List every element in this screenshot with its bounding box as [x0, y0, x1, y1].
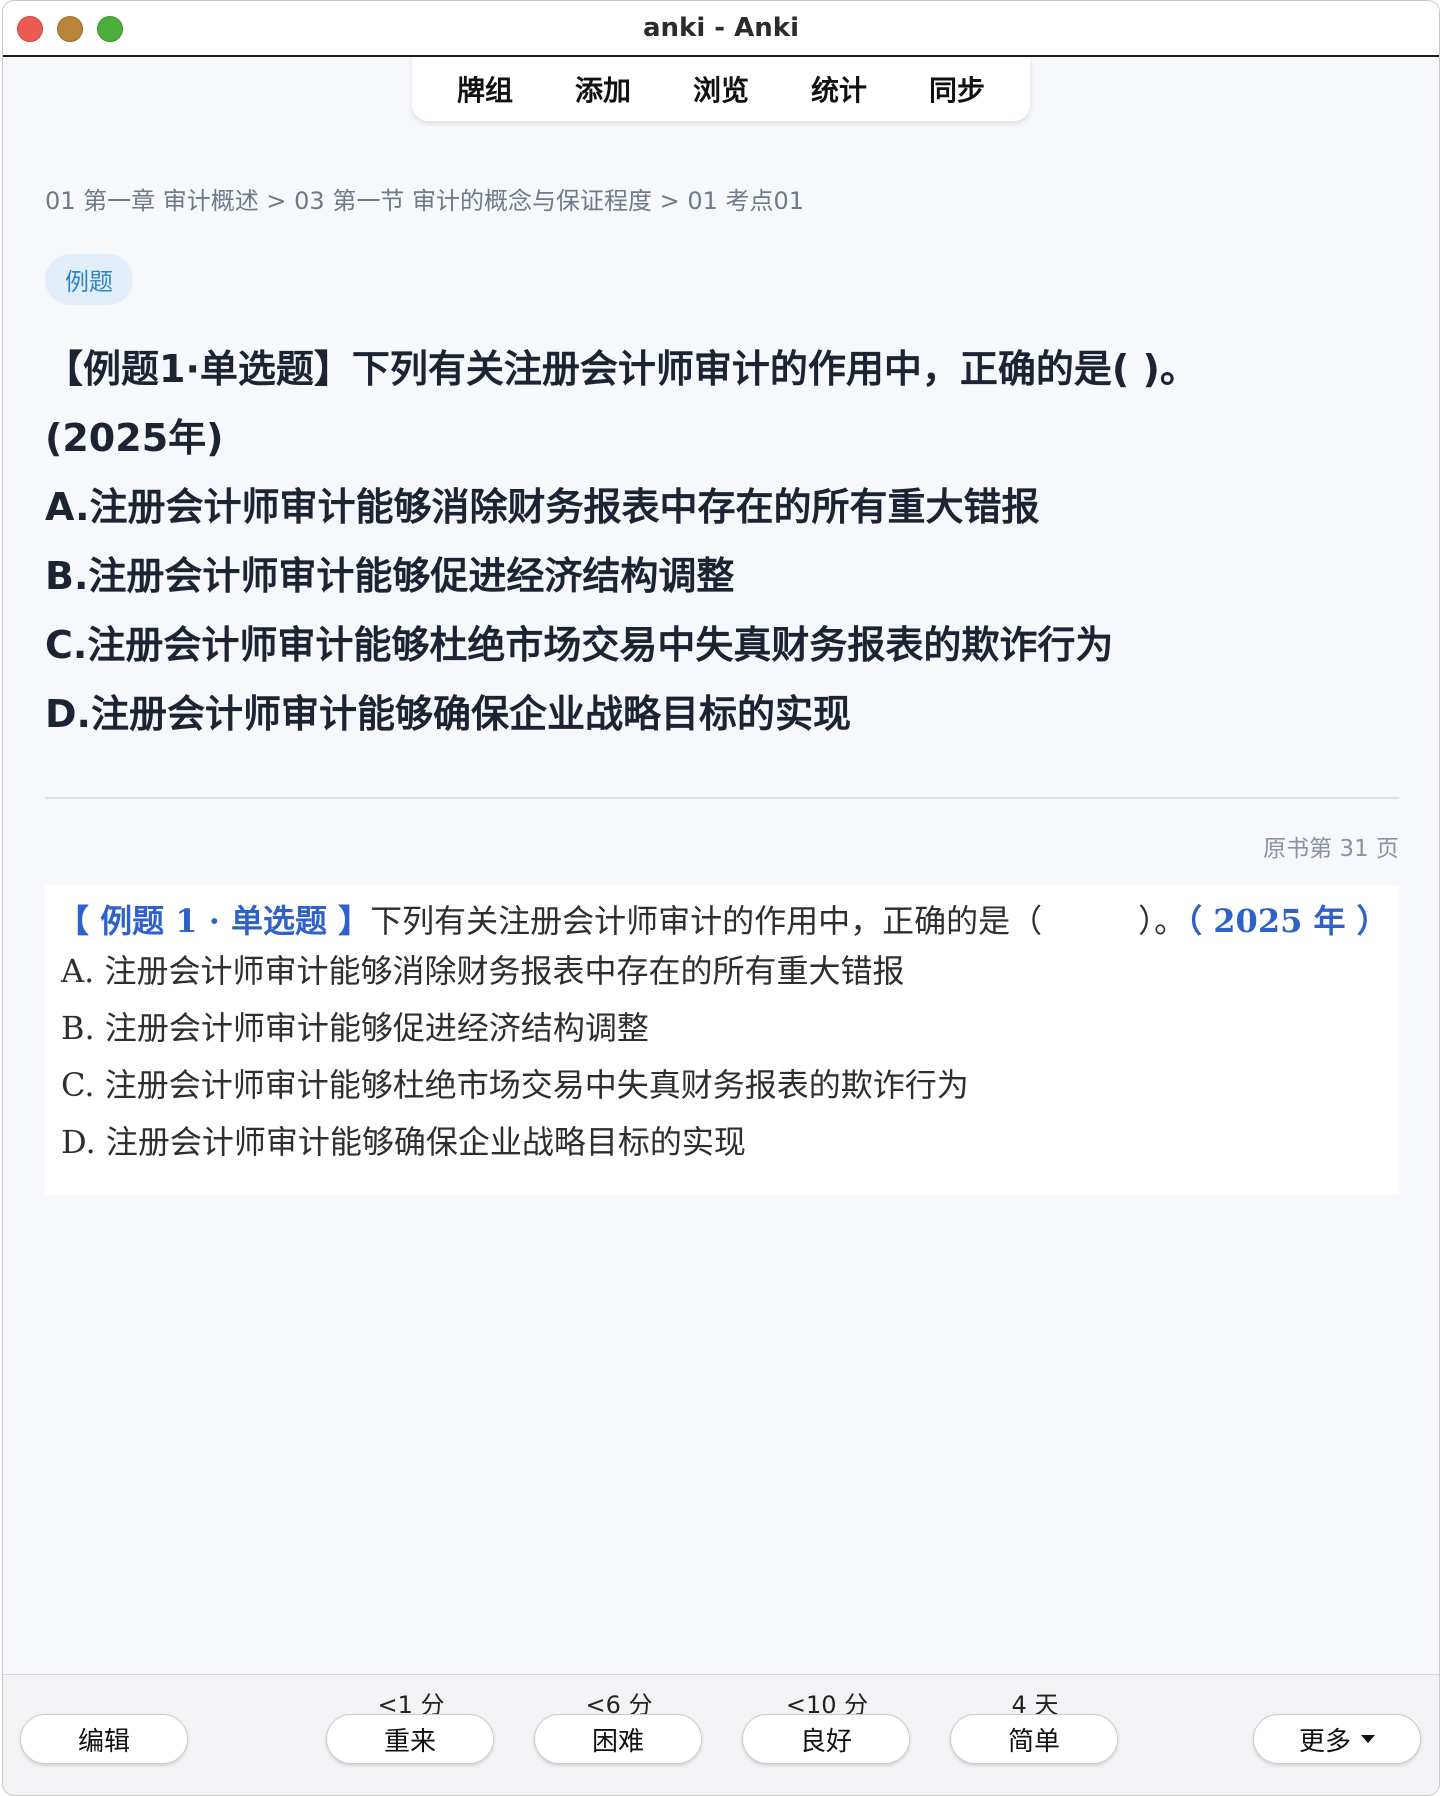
question-option-d: D.注册会计师审计能够确保企业战略目标的实现 [45, 692, 851, 736]
scan-option-d: D. 注册会计师审计能够确保企业战略目标的实现 [61, 1123, 746, 1161]
scan-stem: 下列有关注册会计师审计的作用中，正确的是（ ）。 [370, 902, 1187, 940]
answer-bar: 编辑 <1 分 重来 <6 分 困难 <10 分 良好 4 天 简单 更多 [3, 1674, 1439, 1795]
nav-stats[interactable]: 统计 [797, 63, 881, 115]
question-stem: 【例题1·单选题】下列有关注册会计师审计的作用中，正确的是( )。 [45, 347, 1198, 391]
question-option-b: B.注册会计师审计能够促进经济结构调整 [45, 554, 735, 598]
question-option-a: A.注册会计师审计能够消除财务报表中存在的所有重大错报 [45, 485, 1040, 529]
scan-option-c: C. 注册会计师审计能够杜绝市场交易中失真财务报表的欺诈行为 [61, 1066, 969, 1104]
scan-question-head: 【 例题 1 · 单选题 】下列有关注册会计师审计的作用中，正确的是（ ）。（ … [57, 899, 1389, 943]
page-reference: 原书第 31 页 [1263, 836, 1399, 862]
nav-add[interactable]: 添加 [561, 63, 645, 115]
nav-sync[interactable]: 同步 [915, 63, 999, 115]
chevron-down-icon [1361, 1735, 1375, 1743]
nav-decks[interactable]: 牌组 [443, 63, 527, 115]
hard-button[interactable]: 困难 [534, 1714, 702, 1764]
scan-option-b: B. 注册会计师审计能够促进经济结构调整 [61, 1009, 649, 1047]
divider [45, 797, 1399, 799]
window-title: anki - Anki [643, 13, 799, 43]
breadcrumb: 01 第一章 审计概述 > 03 第一节 审计的概念与保证程度 > 01 考点0… [45, 187, 805, 215]
question-text: 【例题1·单选题】下列有关注册会计师审计的作用中，正确的是( )。 (2025年… [45, 335, 1399, 749]
card-tag: 例题 [45, 254, 133, 305]
again-button[interactable]: 重来 [326, 1714, 494, 1764]
easy-button[interactable]: 简单 [950, 1714, 1118, 1764]
edit-button[interactable]: 编辑 [20, 1714, 188, 1764]
scan-label: 【 例题 1 · 单选题 】 [57, 902, 371, 940]
top-nav: 牌组 添加 浏览 统计 同步 [412, 57, 1030, 121]
scanned-question-image: 【 例题 1 · 单选题 】下列有关注册会计师审计的作用中，正确的是（ ）。（ … [45, 885, 1399, 1195]
more-button[interactable]: 更多 [1253, 1714, 1421, 1764]
scan-option-a: A. 注册会计师审计能够消除财务报表中存在的所有重大错报 [61, 952, 905, 990]
scan-year: （ 2025 年 ） [1186, 902, 1389, 940]
more-label: 更多 [1298, 1726, 1351, 1757]
good-button[interactable]: 良好 [742, 1714, 910, 1764]
anki-window: anki - Anki 牌组 添加 浏览 统计 同步 01 第一章 审计概述 >… [2, 0, 1440, 1796]
question-year: (2025年) [45, 416, 224, 460]
nav-browse[interactable]: 浏览 [679, 63, 763, 115]
card-content: 01 第一章 审计概述 > 03 第一节 审计的概念与保证程度 > 01 考点0… [45, 151, 1399, 1195]
title-bar: anki - Anki [3, 1, 1439, 57]
question-option-c: C.注册会计师审计能够杜绝市场交易中失真财务报表的欺诈行为 [45, 623, 1114, 667]
